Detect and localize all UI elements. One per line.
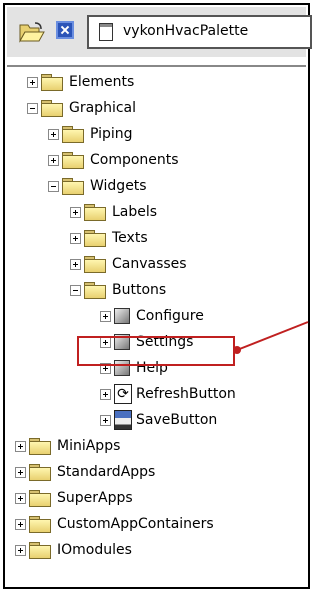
callout-arrow <box>233 321 309 354</box>
